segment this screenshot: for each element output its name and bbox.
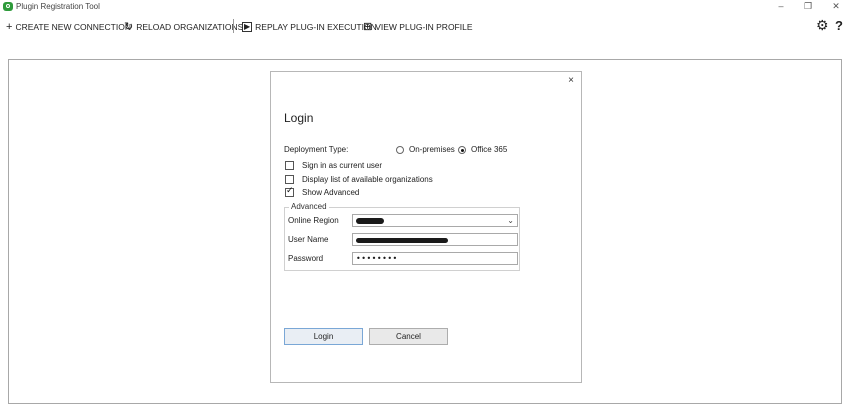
redacted-region-value (356, 218, 384, 224)
deployment-type-label: Deployment Type: (284, 145, 349, 154)
sign-in-current-user-checkbox[interactable] (285, 161, 294, 170)
refresh-icon: ↻ (124, 20, 134, 33)
show-advanced-checkbox[interactable] (285, 186, 294, 197)
chevron-down-icon: ⌄ (507, 216, 514, 225)
replay-plugin-execution-button[interactable]: ▶ REPLAY PLUG-IN EXECUTION (242, 17, 377, 37)
login-dialog: × Login Deployment Type: On-premises Off… (270, 71, 582, 383)
advanced-group-legend: Advanced (289, 202, 329, 211)
close-window-button[interactable]: ✕ (824, 0, 848, 14)
user-name-label: User Name (288, 235, 329, 244)
advanced-group: Advanced Online Region ⌄ User Name Passw… (284, 202, 520, 271)
reload-organizations-button[interactable]: ↻ RELOAD ORGANIZATIONS (124, 17, 243, 37)
online-region-dropdown[interactable]: ⌄ (352, 214, 518, 227)
redacted-user-name-value (356, 238, 448, 243)
create-new-connection-label: CREATE NEW CONNECTION (15, 22, 131, 32)
dialog-close-icon[interactable]: × (565, 75, 577, 87)
user-name-input[interactable] (352, 233, 518, 246)
login-button[interactable]: Login (284, 328, 363, 345)
cancel-button[interactable]: Cancel (369, 328, 448, 345)
password-label: Password (288, 254, 324, 263)
replay-icon: ▶ (242, 22, 253, 32)
on-premises-label[interactable]: On-premises (409, 145, 455, 154)
office-365-label[interactable]: Office 365 (471, 145, 507, 154)
window-title: Plugin Registration Tool (16, 2, 100, 11)
show-advanced-label[interactable]: Show Advanced (302, 188, 359, 197)
display-organizations-label[interactable]: Display list of available organizations (302, 175, 433, 184)
title-bar: Plugin Registration Tool – ❐ ✕ (0, 0, 850, 14)
reload-organizations-label: RELOAD ORGANIZATIONS (136, 22, 244, 32)
online-region-label: Online Region (288, 216, 339, 225)
toolbar-divider (233, 19, 234, 33)
app-logo-icon (3, 2, 13, 11)
view-plugin-profile-button[interactable]: ⊞ VIEW PLUG-IN PROFILE (363, 17, 473, 37)
view-plugin-profile-label: VIEW PLUG-IN PROFILE (375, 22, 473, 32)
plus-icon: + (6, 20, 13, 33)
help-icon[interactable]: ? (835, 18, 843, 33)
settings-gear-icon[interactable]: ⚙ (816, 17, 829, 34)
sign-in-current-user-label[interactable]: Sign in as current user (302, 161, 382, 170)
create-new-connection-button[interactable]: + CREATE NEW CONNECTION (6, 17, 131, 37)
display-organizations-checkbox[interactable] (285, 175, 294, 184)
on-premises-radio[interactable] (396, 146, 404, 154)
replay-plugin-execution-label: REPLAY PLUG-IN EXECUTION (255, 22, 377, 32)
profile-icon: ⊞ (363, 20, 373, 33)
minimize-button[interactable]: – (769, 0, 793, 14)
office-365-radio[interactable] (458, 146, 466, 154)
dialog-title: Login (284, 111, 314, 125)
password-input[interactable]: •••••••• (352, 252, 518, 265)
restore-button[interactable]: ❐ (796, 0, 820, 14)
toolbar: + CREATE NEW CONNECTION ↻ RELOAD ORGANIZ… (0, 17, 850, 37)
